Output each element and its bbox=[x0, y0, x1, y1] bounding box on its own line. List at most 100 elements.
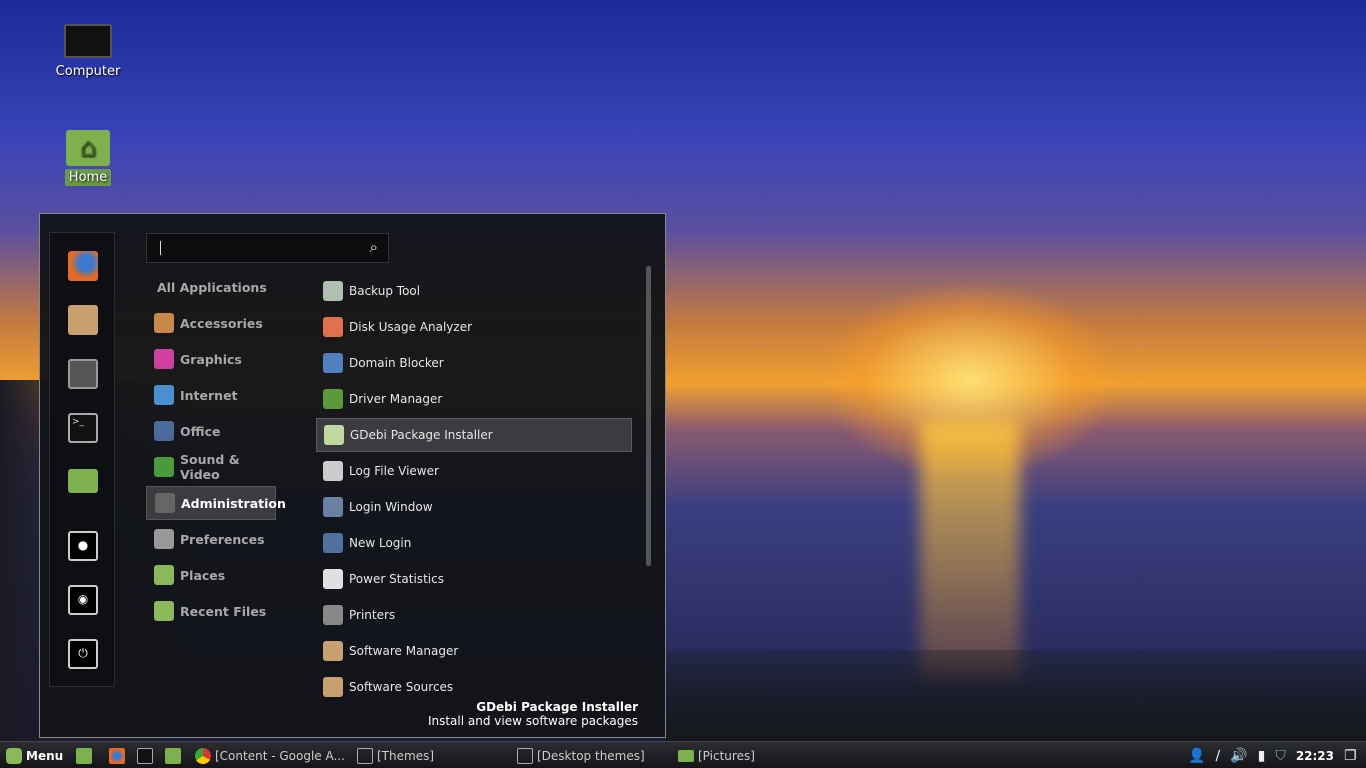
system-settings-icon[interactable] bbox=[68, 359, 98, 389]
app-icon bbox=[323, 461, 343, 481]
description-title: GDebi Package Installer bbox=[476, 700, 638, 714]
logout-icon[interactable]: ◉ bbox=[68, 585, 98, 615]
category-preferences[interactable]: Preferences bbox=[146, 522, 276, 556]
app-backup-tool[interactable]: Backup Tool bbox=[316, 274, 632, 308]
window-title: [Themes] bbox=[377, 749, 435, 763]
category-icon bbox=[154, 313, 174, 333]
window-title: [Desktop themes] bbox=[537, 749, 645, 763]
category-accessories[interactable]: Accessories bbox=[146, 306, 276, 340]
themes-icon bbox=[517, 748, 533, 764]
window-button-desktop-themes[interactable]: [Desktop themes] bbox=[517, 746, 645, 766]
app-icon bbox=[323, 677, 343, 697]
wallpaper-trees bbox=[666, 650, 1366, 745]
terminal-icon[interactable]: >_ bbox=[68, 413, 98, 443]
app-icon bbox=[323, 569, 343, 589]
app-label: Disk Usage Analyzer bbox=[349, 320, 473, 334]
app-new-login[interactable]: New Login bbox=[316, 526, 632, 560]
computer-icon bbox=[64, 24, 112, 58]
window-title: [Content - Google A... bbox=[215, 749, 345, 763]
home-folder-icon bbox=[66, 130, 110, 166]
category-icon bbox=[154, 457, 174, 477]
app-printers[interactable]: Printers bbox=[316, 598, 632, 632]
category-office[interactable]: Office bbox=[146, 414, 276, 448]
category-icon bbox=[154, 421, 174, 441]
category-graphics[interactable]: Graphics bbox=[146, 342, 276, 376]
app-description: GDebi Package Installer Install and view… bbox=[428, 700, 638, 728]
category-label: Places bbox=[180, 567, 226, 583]
app-software-manager[interactable]: Software Manager bbox=[316, 634, 632, 668]
show-desktop-icon[interactable] bbox=[76, 748, 92, 764]
category-icon bbox=[154, 565, 174, 585]
search-icon: ⌕ bbox=[369, 238, 378, 256]
taskbar: Menu [Content - Google A... [Themes] [De… bbox=[0, 741, 1366, 768]
network-icon[interactable]: ∕ bbox=[1215, 748, 1220, 764]
app-icon bbox=[323, 317, 343, 337]
window-list-icon[interactable]: ❐ bbox=[1344, 748, 1357, 764]
app-label: Software Manager bbox=[349, 644, 459, 658]
category-icon bbox=[155, 493, 175, 513]
category-internet[interactable]: Internet bbox=[146, 378, 276, 412]
app-label: GDebi Package Installer bbox=[350, 428, 493, 442]
app-power-statistics[interactable]: Power Statistics bbox=[316, 562, 632, 596]
files-launcher-icon[interactable] bbox=[165, 748, 181, 764]
update-shield-icon[interactable]: ⛉ bbox=[1275, 748, 1286, 764]
app-log-file-viewer[interactable]: Log File Viewer bbox=[316, 454, 632, 488]
app-label: Driver Manager bbox=[349, 392, 443, 406]
desktop-icon-computer[interactable]: Computer bbox=[43, 24, 133, 79]
app-login-window[interactable]: Login Window bbox=[316, 490, 632, 524]
category-label: Office bbox=[180, 423, 221, 439]
apps-scrollbar[interactable] bbox=[646, 266, 651, 566]
folder-icon bbox=[678, 750, 694, 762]
category-label: Graphics bbox=[180, 351, 242, 367]
wallpaper-reflection bbox=[920, 420, 1020, 680]
window-title: [Pictures] bbox=[698, 749, 755, 763]
app-disk-usage-analyzer[interactable]: Disk Usage Analyzer bbox=[316, 310, 632, 344]
desktop-icon-home[interactable]: Home bbox=[43, 130, 133, 186]
battery-icon[interactable]: ▮ bbox=[1258, 748, 1266, 764]
volume-icon[interactable]: 🔊 bbox=[1230, 748, 1247, 764]
power-icon[interactable]: ⏻ bbox=[68, 639, 98, 669]
app-label: New Login bbox=[349, 536, 412, 550]
app-label: Log File Viewer bbox=[349, 464, 439, 478]
category-icon bbox=[154, 385, 174, 405]
firefox-launcher-icon[interactable] bbox=[109, 748, 125, 764]
app-software-sources[interactable]: Software Sources bbox=[316, 670, 632, 704]
menu-label: Menu bbox=[26, 749, 64, 763]
category-places[interactable]: Places bbox=[146, 558, 276, 592]
category-label: Sound & Video bbox=[180, 452, 240, 482]
category-label: Internet bbox=[180, 387, 238, 403]
app-label: Backup Tool bbox=[349, 284, 421, 298]
firefox-icon[interactable] bbox=[68, 251, 98, 281]
app-icon bbox=[323, 389, 343, 409]
application-menu: >_ ● ◉ ⏻ ⌕ All Applications Accessories Gr… bbox=[39, 213, 666, 738]
category-label: Preferences bbox=[180, 531, 265, 547]
software-manager-icon[interactable] bbox=[68, 305, 98, 335]
app-icon bbox=[323, 641, 343, 661]
category-administration[interactable]: Administration bbox=[146, 486, 286, 520]
app-label: Domain Blocker bbox=[349, 356, 444, 370]
themes-icon bbox=[357, 748, 373, 764]
app-icon bbox=[324, 425, 344, 445]
description-text: Install and view software packages bbox=[427, 714, 638, 728]
category-recent-files[interactable]: Recent Files bbox=[146, 594, 276, 628]
category-all-applications[interactable]: All Applications bbox=[146, 270, 276, 304]
user-icon[interactable]: 👤 bbox=[1188, 748, 1205, 764]
window-button-pictures[interactable]: [Pictures] bbox=[678, 746, 755, 766]
category-label: Administration bbox=[181, 495, 286, 511]
app-domain-blocker[interactable]: Domain Blocker bbox=[316, 346, 632, 380]
app-icon bbox=[323, 281, 343, 301]
files-folder-icon[interactable] bbox=[68, 469, 98, 493]
clock[interactable]: 22:23 bbox=[1296, 749, 1334, 763]
category-label: All Applications bbox=[157, 279, 267, 295]
window-button-chrome[interactable]: [Content - Google A... bbox=[195, 746, 345, 766]
search-input[interactable]: ⌕ bbox=[146, 233, 389, 263]
lock-screen-icon[interactable]: ● bbox=[68, 531, 98, 561]
app-gdebi-package-installer[interactable]: GDebi Package Installer bbox=[316, 418, 632, 452]
category-sound-video[interactable]: Sound & Video bbox=[146, 450, 276, 484]
category-icon bbox=[154, 349, 174, 369]
terminal-launcher-icon[interactable] bbox=[137, 748, 153, 764]
window-button-themes[interactable]: [Themes] bbox=[357, 746, 434, 766]
app-label: Software Sources bbox=[349, 680, 454, 694]
app-driver-manager[interactable]: Driver Manager bbox=[316, 382, 632, 416]
menu-button[interactable]: Menu bbox=[6, 746, 63, 766]
